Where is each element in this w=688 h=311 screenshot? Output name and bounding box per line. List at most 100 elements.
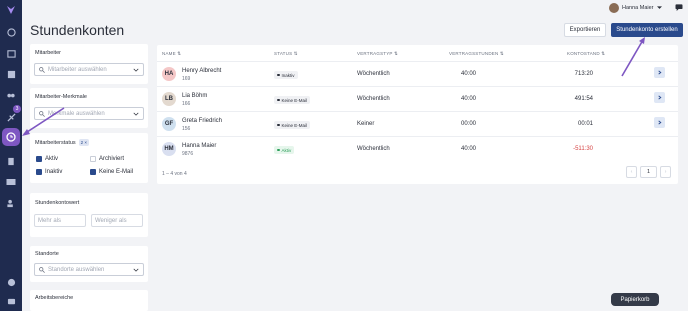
employee-id: 9876 [182,151,194,157]
avatar: HM [162,142,176,156]
balance-value: 491:54 [574,96,593,102]
table-row[interactable]: GF Greta Friedrich 156 Keine E-Mail Kein… [157,111,678,136]
current-page[interactable]: 1 [640,166,657,178]
balance-value: 713:20 [574,71,593,77]
calendar-icon[interactable] [5,47,17,59]
filter-label: Arbeitsbereiche [35,295,74,301]
status-count-badge[interactable]: 2 × [78,139,90,146]
avatar: LB [162,92,176,106]
hours-account-icon[interactable] [2,128,20,146]
checkbox-archiviert[interactable]: Archiviert [90,156,124,162]
open-row-button[interactable] [654,67,665,78]
more-than-input[interactable]: Mehr als [34,214,86,227]
create-hours-account-button[interactable]: Stundenkonto erstellen [611,23,683,37]
locations-filter: Standorte Standorte auswählen [30,246,148,282]
chevron-down-icon [133,112,139,116]
contract-type: Wöchentlich [357,146,390,152]
contract-hours: 00:00 [461,121,477,127]
status-filter: Mitarbeiterstatus 2 × Aktiv Archiviert In… [30,133,148,183]
attributes-filter: Mitarbeiter-Merkmale Merkmale auswählen [30,88,148,128]
contact-card-icon[interactable] [5,68,17,80]
users-icon[interactable] [5,90,17,102]
balance-filter: Stundenkontowert Mehr als Weniger als [30,193,148,237]
credit-card-icon[interactable] [5,176,17,188]
less-than-input[interactable]: Weniger als [91,214,143,227]
contract-hours: 40:00 [461,96,477,102]
filter-label: Standorte [35,251,59,257]
table-row[interactable]: HM Hanna Maier 9876 Aktiv Wöchentlich 40… [157,136,678,161]
contract-type: Wöchentlich [357,96,390,102]
avatar: HA [162,67,176,81]
select-placeholder: Mitarbeiter auswählen [48,66,107,73]
trash-button[interactable]: Papierkorb [611,293,659,306]
pagination-summary: 1 – 4 von 4 [162,171,187,177]
column-header-status[interactable]: STATUS ⇅ [274,51,298,57]
table-row[interactable]: LB Lia Böhm 166 Keine E-Mail Wöchentlich… [157,86,678,111]
table-row[interactable]: HA Henry Albrecht 169 Inaktiv Wöchentlic… [157,61,678,86]
open-row-button[interactable] [654,117,665,128]
chevron-down-icon [133,268,139,272]
contract-type: Keiner [357,121,375,127]
column-header-balance[interactable]: KONTOSTAND ⇅ [567,51,605,57]
employee-name: Henry Albrecht [182,68,222,74]
page-title: Stundenkonten [30,22,125,38]
locations-select[interactable]: Standorte auswählen [34,263,144,276]
status-badge: Inaktiv [274,71,298,79]
checkbox-aktiv[interactable]: Aktiv [36,156,58,162]
chevron-right-icon [658,95,662,100]
balance-value: -511:30 [573,146,593,152]
filter-label: Mitarbeiter-Merkmale [35,94,87,100]
notification-badge: 3 [13,105,21,113]
employee-id: 169 [182,76,191,82]
search-icon [39,266,45,273]
help-icon[interactable] [5,276,17,288]
next-page-button[interactable]: › [660,166,671,178]
select-placeholder: Merkmale auswählen [48,110,105,117]
contract-hours: 40:00 [461,146,477,152]
user-menu[interactable]: Hanna Maier [609,2,662,14]
column-header-contract-type[interactable]: VERTRAGSTYP ⇅ [357,51,398,57]
chevron-right-icon [658,120,662,125]
chat-icon[interactable] [675,4,683,11]
filter-label: Mitarbeiter [35,50,61,56]
employee-filter: Mitarbeiter Mitarbeiter auswählen [30,44,148,84]
balance-value: 00:01 [577,121,593,127]
filter-label: Mitarbeiterstatus 2 × [35,139,90,146]
employee-name: Greta Friedrich [182,118,223,124]
column-header-name[interactable]: NAME ⇅ [162,51,181,57]
chevron-down-icon [656,6,662,9]
areas-filter: Arbeitsbereiche [30,290,148,311]
employee-id: 166 [182,101,191,107]
checkbox-keine-email[interactable]: Keine E-Mail [90,169,133,175]
search-icon [39,110,45,117]
search-icon [39,66,45,73]
clock-icon[interactable] [5,26,17,38]
sidebar-nav: 3 [0,0,22,311]
status-badge: Aktiv [274,146,295,154]
contract-type: Wöchentlich [357,71,390,77]
attributes-select[interactable]: Merkmale auswählen [34,107,144,120]
user-edit-icon[interactable] [5,197,17,209]
messages-icon[interactable] [5,296,17,308]
filter-label: Stundenkontowert [35,200,80,206]
document-icon[interactable] [5,155,17,167]
user-name: Hanna Maier [622,5,654,11]
employee-name: Hanna Maier [182,143,217,149]
export-button[interactable]: Exportieren [564,23,606,37]
previous-page-button[interactable]: ‹ [626,166,637,178]
employee-id: 156 [182,126,191,132]
open-row-button[interactable] [654,92,665,103]
status-badge: Keine E-Mail [274,121,311,129]
hours-accounts-table: NAME ⇅ STATUS ⇅ VERTRAGSTYP ⇅ VERTRAGSST… [157,45,678,184]
employee-name: Lia Böhm [182,93,208,99]
select-placeholder: Standorte auswählen [48,266,105,273]
app-logo-icon[interactable] [5,4,17,16]
contract-hours: 40:00 [461,71,477,77]
employee-select[interactable]: Mitarbeiter auswählen [34,63,144,76]
avatar [609,3,619,13]
chevron-down-icon [133,68,139,72]
checkbox-inaktiv[interactable]: Inaktiv [36,169,62,175]
chevron-right-icon [658,70,662,75]
status-badge: Keine E-Mail [274,96,311,104]
column-header-contract-hours[interactable]: VERTRAGSSTUNDEN ⇅ [449,51,504,57]
